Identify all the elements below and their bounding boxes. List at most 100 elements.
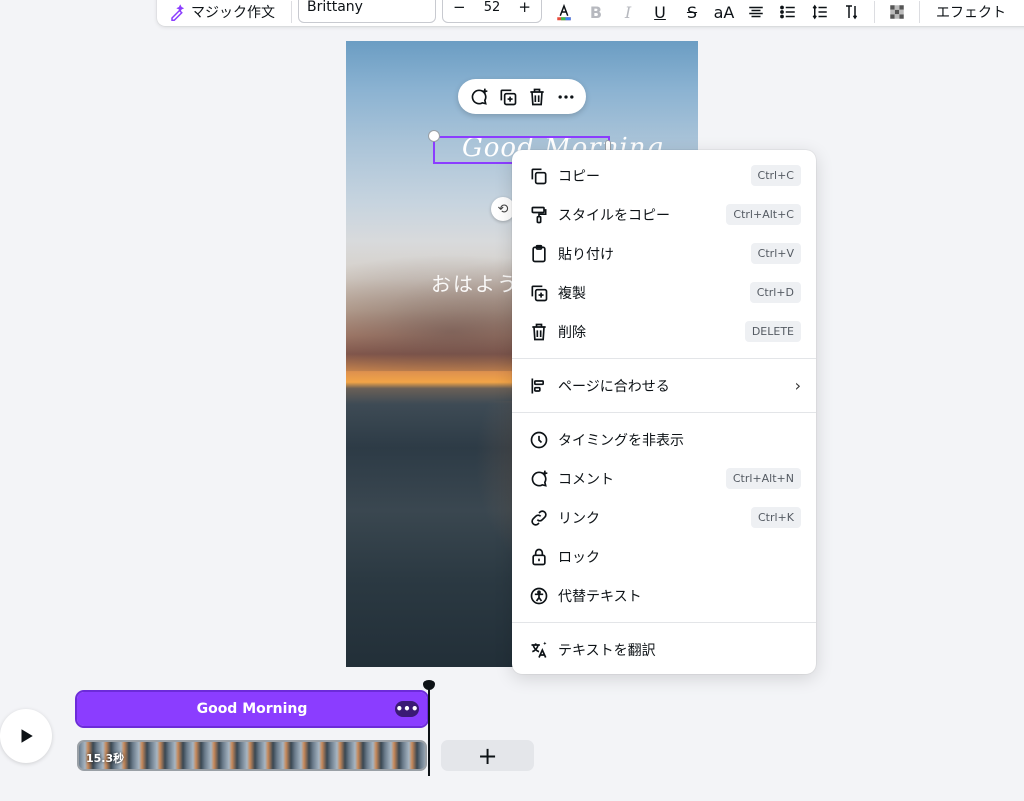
text-color-icon xyxy=(557,3,571,21)
menu-item-label: コメント xyxy=(558,471,614,488)
duplicate-icon xyxy=(528,282,550,304)
menu-item-delete[interactable]: 削除 DELETE xyxy=(512,312,816,351)
font-size-value[interactable]: 52 xyxy=(484,0,501,15)
clipboard-icon xyxy=(528,243,550,265)
shortcut-badge: DELETE xyxy=(744,321,801,342)
context-menu: コピー Ctrl+C スタイルをコピー Ctrl+Alt+C 貼り付け Ctrl… xyxy=(512,150,816,674)
underline-button[interactable]: U xyxy=(644,0,676,24)
text-track[interactable]: Good Morning ••• xyxy=(75,690,429,728)
link-icon xyxy=(528,507,550,529)
menu-item-label: テキストを翻訳 xyxy=(558,642,656,659)
play-button[interactable] xyxy=(0,709,52,763)
trash-icon xyxy=(528,321,550,343)
menu-item-paste[interactable]: 貼り付け Ctrl+V xyxy=(512,234,816,273)
menu-divider xyxy=(512,412,816,413)
vertical-text-icon xyxy=(846,5,858,20)
vertical-text-button[interactable] xyxy=(836,0,868,24)
underline-icon: U xyxy=(654,2,666,22)
menu-item-label: ページに合わせる xyxy=(558,378,670,395)
track-more-button[interactable]: ••• xyxy=(395,701,419,717)
text-toolbar: マジック作文 Brittany − 52 + B I U S aA エフェクト xyxy=(157,0,1024,26)
menu-item-link[interactable]: リンク Ctrl+K xyxy=(512,498,816,537)
menu-item-label: 貼り付け xyxy=(558,246,614,263)
transparency-button[interactable] xyxy=(881,0,913,24)
menu-item-copy[interactable]: コピー Ctrl+C xyxy=(512,156,816,195)
add-comment-button[interactable] xyxy=(466,84,492,110)
shortcut-badge: Ctrl+Alt+C xyxy=(726,204,801,225)
italic-button[interactable]: I xyxy=(612,0,644,24)
ohayou-text[interactable]: おはよう xyxy=(431,268,519,297)
font-selector[interactable]: Brittany xyxy=(298,0,436,23)
toolbar-divider xyxy=(291,1,292,23)
chevron-right-icon: › xyxy=(794,376,801,395)
magic-write-button[interactable]: マジック作文 xyxy=(165,2,285,22)
duplicate-icon xyxy=(500,89,516,105)
effects-button[interactable]: エフェクト xyxy=(926,2,1006,22)
lock-icon xyxy=(528,546,550,568)
list-button[interactable] xyxy=(772,0,804,24)
strikethrough-icon: S xyxy=(686,2,698,22)
font-size-decrease-button[interactable]: − xyxy=(453,0,466,16)
duplicate-button[interactable] xyxy=(495,84,521,110)
more-options-button[interactable] xyxy=(553,84,579,110)
font-name: Brittany xyxy=(307,0,363,15)
menu-item-align-to-page[interactable]: ページに合わせる › xyxy=(512,366,816,405)
clock-icon xyxy=(528,429,550,451)
shortcut-badge: Ctrl+V xyxy=(750,243,801,264)
add-page-button[interactable]: + xyxy=(441,740,534,771)
comment-icon xyxy=(528,468,550,490)
align-button[interactable] xyxy=(740,0,772,24)
text-color-button[interactable] xyxy=(548,0,580,24)
play-icon xyxy=(21,729,33,743)
video-duration: 15.3秒 xyxy=(86,752,125,765)
menu-item-duplicate[interactable]: 複製 Ctrl+D xyxy=(512,273,816,312)
copy-icon xyxy=(528,165,550,187)
more-dots-icon xyxy=(558,94,573,99)
accessibility-icon xyxy=(528,585,550,607)
letter-case-icon: aA xyxy=(713,2,735,22)
menu-item-copy-style[interactable]: スタイルをコピー Ctrl+Alt+C xyxy=(512,195,816,234)
bold-button[interactable]: B xyxy=(580,0,612,24)
magic-write-label: マジック作文 xyxy=(191,5,275,21)
delete-button[interactable] xyxy=(524,84,550,110)
resize-handle[interactable] xyxy=(428,130,440,142)
menu-item-lock[interactable]: ロック xyxy=(512,537,816,576)
menu-item-label: コピー xyxy=(558,168,600,185)
menu-item-label: 削除 xyxy=(558,324,586,341)
menu-item-alt-text[interactable]: 代替テキスト xyxy=(512,576,816,615)
align-center-icon xyxy=(749,6,763,18)
menu-item-label: リンク xyxy=(558,510,600,527)
playhead[interactable] xyxy=(428,686,430,776)
menu-item-label: 複製 xyxy=(558,285,586,302)
align-left-icon xyxy=(528,375,550,397)
text-track-label: Good Morning xyxy=(196,701,308,717)
video-track[interactable]: 15.3秒 xyxy=(77,740,427,771)
element-quick-toolbar xyxy=(458,79,586,114)
spacing-button[interactable] xyxy=(804,0,836,24)
trash-icon xyxy=(529,88,544,105)
magic-pen-icon xyxy=(171,4,185,21)
plus-icon: + xyxy=(477,741,498,770)
shortcut-badge: Ctrl+K xyxy=(750,507,801,528)
toolbar-divider xyxy=(919,1,920,23)
menu-item-label: タイミングを非表示 xyxy=(558,432,684,449)
menu-item-label: 代替テキスト xyxy=(558,588,642,605)
more-dots-icon: ••• xyxy=(395,702,419,716)
font-size-increase-button[interactable]: + xyxy=(518,0,531,16)
menu-item-comment[interactable]: コメント Ctrl+Alt+N xyxy=(512,459,816,498)
rotate-icon: ⟲ xyxy=(497,201,509,217)
transparency-icon xyxy=(890,5,904,19)
font-size-stepper[interactable]: − 52 + xyxy=(442,0,542,23)
strikethrough-button[interactable]: S xyxy=(676,0,708,24)
menu-item-translate[interactable]: テキストを翻訳 xyxy=(512,630,816,669)
shortcut-badge: Ctrl+D xyxy=(749,282,801,303)
menu-divider xyxy=(512,622,816,623)
shortcut-badge: Ctrl+C xyxy=(750,165,801,186)
menu-item-hide-timing[interactable]: タイミングを非表示 xyxy=(512,420,816,459)
toolbar-divider xyxy=(874,1,875,23)
comment-plus-icon xyxy=(471,88,487,105)
menu-item-label: ロック xyxy=(558,549,600,566)
bold-icon: B xyxy=(589,2,603,22)
letter-case-button[interactable]: aA xyxy=(708,0,740,24)
menu-divider xyxy=(512,358,816,359)
